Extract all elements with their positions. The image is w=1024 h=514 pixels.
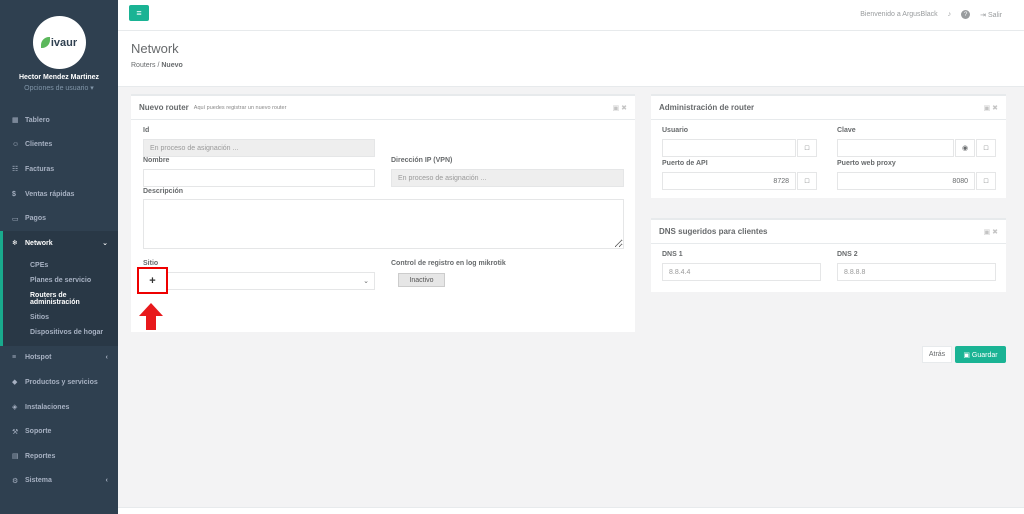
id-field[interactable]: En proceso de asignación ... bbox=[143, 139, 375, 157]
user-options-dropdown[interactable]: Opciones de usuario ▾ bbox=[0, 84, 118, 92]
panel-tools-icon[interactable]: ▣ ✖ bbox=[984, 228, 998, 236]
dns2-field[interactable]: 8.8.8.8 bbox=[837, 263, 996, 281]
lock-icon[interactable]: □ bbox=[797, 139, 817, 157]
footer bbox=[118, 507, 1024, 514]
panel-subtitle: Aquí puedes registrar un nuevo router bbox=[193, 104, 287, 111]
sidebar-subitem-cpes[interactable]: CPEs bbox=[30, 258, 118, 273]
lock-icon[interactable]: □ bbox=[976, 139, 996, 157]
profile: ivaur Hector Mendez Martinez Opciones de… bbox=[0, 0, 118, 108]
money-icon: ▭ bbox=[12, 215, 19, 223]
proxy-port-label: Puerto web proxy bbox=[837, 160, 896, 167]
site-select[interactable]: ⌄ bbox=[166, 272, 375, 290]
red-arrow-indicator bbox=[139, 303, 163, 330]
log-toggle[interactable]: Inactivo bbox=[398, 273, 445, 287]
panel-tools-icon[interactable]: ▣ ✖ bbox=[613, 104, 627, 112]
sidebar-nav-lower: ≡ Hotspot ‹ ◆ Productos y servicios ◈ Instal… bbox=[0, 346, 118, 494]
tag-icon: ◆ bbox=[12, 379, 18, 387]
chevron-left-icon: ‹ bbox=[105, 354, 108, 362]
top-right-area: Bienvenido a ArgusBlack ♪ ? ⇥ Salir bbox=[860, 10, 1002, 19]
site-label: Sitio bbox=[143, 260, 159, 267]
sidebar-item-sistema[interactable]: ⚙ Sistema ‹ bbox=[0, 469, 118, 494]
eye-icon[interactable]: ◉ bbox=[955, 139, 975, 157]
save-button[interactable]: ▣ Guardar bbox=[955, 346, 1006, 363]
password-field[interactable] bbox=[837, 139, 954, 157]
dns2-label: DNS 2 bbox=[837, 251, 858, 258]
bell-icon[interactable]: ♪ bbox=[948, 11, 952, 18]
api-port-field[interactable]: 8728 bbox=[662, 172, 796, 190]
file-icon: ☷ bbox=[12, 166, 19, 174]
dashboard-icon: ▦ bbox=[12, 117, 19, 125]
back-button[interactable]: Atrás bbox=[922, 346, 952, 363]
help-icon[interactable]: ? bbox=[961, 10, 971, 19]
breadcrumb: Routers / Nuevo bbox=[131, 62, 1011, 69]
proxy-port-field[interactable]: 8080 bbox=[837, 172, 975, 190]
page-heading: Network Routers / Nuevo bbox=[118, 31, 1024, 87]
sidebar-subitem-routers[interactable]: Routers de administración bbox=[30, 288, 118, 310]
sidebar-item-instalaciones[interactable]: ◈ Instalaciones bbox=[0, 395, 118, 420]
gear-icon: ⚙ bbox=[12, 477, 19, 485]
name-label: Nombre bbox=[143, 157, 170, 164]
menu-toggle-button[interactable]: ≡ bbox=[129, 5, 149, 21]
dns1-label: DNS 1 bbox=[662, 251, 683, 258]
sidebar-item-tablero[interactable]: ▦ Tablero bbox=[0, 108, 118, 133]
sidebar-item-facturas[interactable]: ☷ Facturas bbox=[0, 157, 118, 182]
logout-link[interactable]: ⇥ Salir bbox=[980, 11, 1002, 19]
welcome-text: Bienvenido a ArgusBlack bbox=[860, 11, 938, 18]
wrench-icon: ⚒ bbox=[12, 428, 19, 436]
panel-header: Administración de router ▣ ✖ bbox=[651, 96, 1006, 120]
chevron-left-icon: ‹ bbox=[105, 477, 108, 485]
brand-logo: ivaur bbox=[32, 16, 86, 69]
panel-header: Nuevo router Aquí puedes registrar un nu… bbox=[131, 96, 635, 120]
top-bar: ≡ Bienvenido a ArgusBlack ♪ ? ⇥ Salir bbox=[118, 0, 1024, 31]
log-control-label: Control de registro en log mikrotik bbox=[391, 260, 506, 267]
users-icon: ☺ bbox=[12, 141, 20, 149]
ip-label: Dirección IP (VPN) bbox=[391, 157, 453, 164]
sidebar-item-hotspot[interactable]: ≡ Hotspot ‹ bbox=[0, 346, 118, 371]
name-field[interactable] bbox=[143, 169, 375, 187]
dns1-field[interactable]: 8.8.4.4 bbox=[662, 263, 821, 281]
sidebar-item-reportes[interactable]: ▤ Reportes bbox=[0, 444, 118, 469]
panel-header: DNS sugeridos para clientes ▣ ✖ bbox=[651, 220, 1006, 244]
panel-title: Administración de router bbox=[659, 103, 755, 112]
network-submenu: CPEs Planes de servicio Routers de admin… bbox=[0, 255, 118, 346]
sidebar-item-productos[interactable]: ◆ Productos y servicios bbox=[0, 370, 118, 395]
sidebar: ivaur Hector Mendez Martinez Opciones de… bbox=[0, 0, 118, 514]
breadcrumb-routers[interactable]: Routers bbox=[131, 62, 156, 69]
profile-name: Hector Mendez Martinez bbox=[18, 74, 100, 81]
chevron-down-icon: ⌄ bbox=[363, 278, 369, 285]
plug-icon: ◈ bbox=[12, 404, 18, 412]
user-field[interactable] bbox=[662, 139, 796, 157]
report-icon: ▤ bbox=[12, 453, 19, 461]
panel-title: DNS sugeridos para clientes bbox=[659, 227, 768, 236]
description-label: Descripción bbox=[143, 188, 184, 195]
api-port-label: Puerto de API bbox=[662, 160, 708, 167]
page-title: Network bbox=[131, 41, 179, 56]
description-textarea[interactable] bbox=[143, 199, 624, 249]
user-label: Usuario bbox=[662, 127, 689, 134]
sidebar-item-pagos[interactable]: ▭ Pagos bbox=[0, 206, 118, 231]
sidebar-item-clientes[interactable]: ☺ Clientes bbox=[0, 133, 118, 158]
dollar-icon: $ bbox=[12, 190, 16, 198]
sidebar-subitem-sitios[interactable]: Sitios bbox=[30, 310, 118, 325]
sidebar-item-ventas[interactable]: $ Ventas rápidas bbox=[0, 182, 118, 207]
lock-icon[interactable]: □ bbox=[976, 172, 996, 190]
breadcrumb-separator: / bbox=[157, 62, 160, 69]
add-site-button[interactable]: + bbox=[137, 267, 168, 294]
lock-icon[interactable]: □ bbox=[797, 172, 817, 190]
id-label: Id bbox=[143, 127, 150, 134]
leaf-icon bbox=[40, 37, 50, 48]
sidebar-subitem-dispositivos[interactable]: Dispositivos de hogar bbox=[30, 325, 118, 340]
ip-field[interactable]: En proceso de asignación ... bbox=[391, 169, 624, 187]
network-icon: ❄ bbox=[12, 240, 18, 248]
chevron-down-icon: ⌄ bbox=[102, 240, 108, 248]
panel-tools-icon[interactable]: ▣ ✖ bbox=[984, 104, 998, 112]
sidebar-item-soporte[interactable]: ⚒ Soporte bbox=[0, 419, 118, 444]
password-label: Clave bbox=[837, 127, 856, 134]
wifi-icon: ≡ bbox=[12, 354, 17, 362]
breadcrumb-current: Nuevo bbox=[161, 62, 183, 69]
sidebar-subitem-planes[interactable]: Planes de servicio bbox=[30, 273, 118, 288]
sidebar-nav: ▦ Tablero ☺ Clientes ☷ Facturas $ Ventas ráp… bbox=[0, 108, 118, 256]
panel-title: Nuevo router bbox=[139, 103, 189, 112]
sidebar-item-network[interactable]: ❄ Network ⌄ bbox=[0, 230, 118, 256]
